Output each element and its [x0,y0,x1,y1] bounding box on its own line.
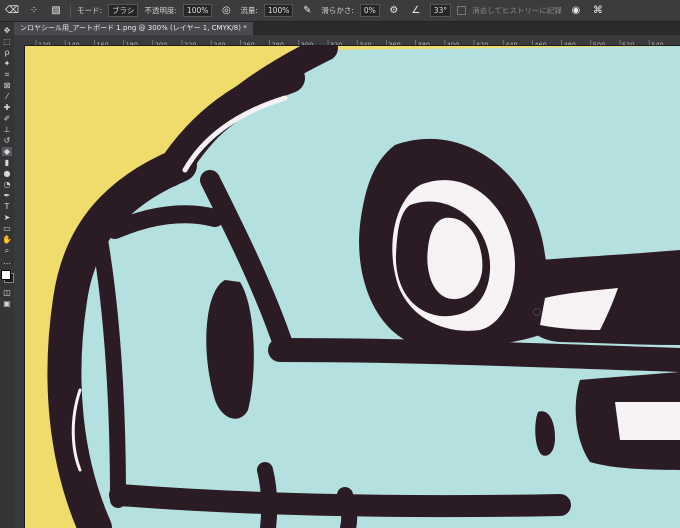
opacity-label: 不透明度: [144,6,177,15]
history-checkbox[interactable] [457,6,467,15]
brush-icon[interactable]: ✐ [2,114,12,123]
type-icon[interactable]: T [2,202,12,211]
mode-select[interactable]: ブラシ [108,4,139,17]
eraser-tool-preset-icon[interactable]: ⌫ [4,4,20,18]
artwork [25,46,680,528]
pen-icon[interactable]: ✒ [2,191,12,200]
crop-icon[interactable]: ⌗ [2,70,12,79]
angle-icon: ∠ [411,5,421,16]
history-label: 消去してヒストリーに記録 [472,6,562,15]
vertical-ruler [14,45,25,528]
symmetry-icon[interactable]: ⌘ [590,4,606,18]
frame-icon[interactable]: ⊠ [2,81,12,90]
mode-label: モード: [77,6,103,15]
more-icon[interactable]: … [2,257,12,266]
healing-icon[interactable]: ✚ [2,103,12,112]
airbrush-icon[interactable]: ✎ [299,4,315,18]
tools-panel: ✥ ⬚ ρ ✦ ⌗ ⊠ ⁄ ✚ ✐ ⊥ ↺ ◆ ▮ ● ◔ ✒ T ➤ ▭ ✋ … [0,22,15,528]
path-select-icon[interactable]: ➤ [2,213,12,222]
move-icon[interactable]: ✥ [2,26,12,35]
hand-icon[interactable]: ✋ [2,235,12,244]
magic-wand-icon[interactable]: ✦ [2,59,12,68]
gradient-icon[interactable]: ▮ [2,158,12,167]
stamp-icon[interactable]: ⊥ [2,125,12,134]
angle-field[interactable]: 33° [429,4,452,17]
gear-icon[interactable]: ⚙ [386,4,402,18]
lower-stroke-left [257,462,278,528]
document-tab[interactable]: ンロヤシール用_アートボード 1.png @ 300% (レイヤー 1, CMY… [14,22,253,35]
mouth-line [268,338,680,372]
lower-stroke-right [337,487,358,528]
brush-size-icon[interactable]: ⁘ [26,4,42,18]
options-bar: ⌫ ⁘ ▧ モード: ブラシ 不透明度: 100% ◎ 流量: 100% ✎ 滑… [0,0,680,22]
flow-label: 流量: [240,6,258,15]
shape-icon[interactable]: ▭ [2,224,12,233]
tooth-highlight [615,402,680,440]
zoom-icon[interactable]: ⌕ [2,246,12,255]
eraser-icon[interactable]: ◆ [2,147,12,156]
horizontal-ruler: 120 140 160 180 200 220 240 260 280 300 320 340 360 3… [14,35,680,46]
pressure-opacity-icon[interactable]: ◎ [218,4,234,18]
history-brush-icon[interactable]: ↺ [2,136,12,145]
document-tabs: ンロヤシール用_アートボード 1.png @ 300% (レイヤー 1, CMY… [14,22,680,36]
blur-icon[interactable]: ● [2,169,12,178]
opacity-field[interactable]: 100% [182,4,213,17]
dodge-icon[interactable]: ◔ [2,180,12,189]
pressure-size-icon[interactable]: ◉ [568,4,584,18]
screen-mode-icon[interactable]: ▣ [2,299,12,308]
canvas[interactable] [25,46,680,528]
eyedropper-icon[interactable]: ⁄ [2,92,12,101]
smoothing-field[interactable]: 0% [359,4,380,17]
brush-settings-icon[interactable]: ▧ [48,4,64,18]
quick-mask-icon[interactable]: ◫ [2,288,12,297]
flow-field[interactable]: 100% [263,4,294,17]
smoothing-label: 滑らかさ: [321,6,354,15]
lasso-icon[interactable]: ρ [2,48,12,57]
foreground-color-swatch[interactable] [1,270,11,280]
marquee-icon[interactable]: ⬚ [2,37,12,46]
